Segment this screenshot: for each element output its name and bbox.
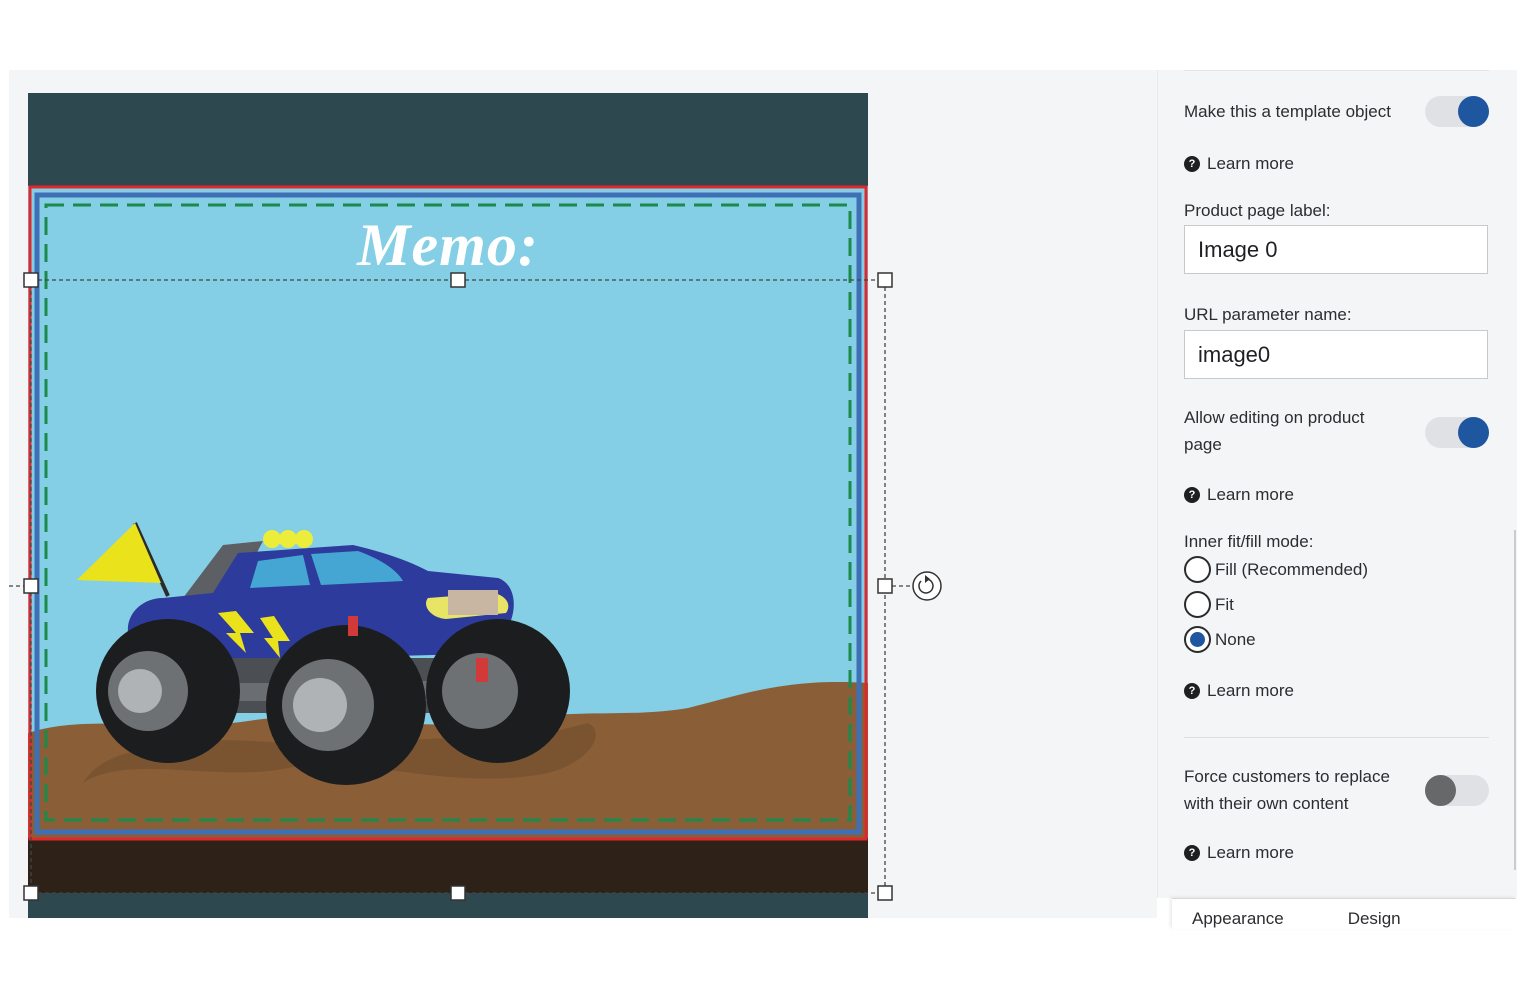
resize-handle-left[interactable] [23,578,39,594]
resize-handle-top[interactable] [450,272,466,288]
learn-more-text: Learn more [1207,843,1294,862]
radio-button[interactable] [1184,591,1211,618]
template-object-toggle[interactable] [1425,96,1489,127]
learn-more-text: Learn more [1207,154,1294,173]
help-icon: ? [1184,845,1200,861]
resize-handle-top-right[interactable] [877,272,893,288]
help-icon: ? [1184,487,1200,503]
tab-appearance[interactable]: Appearance [1192,909,1284,928]
fit-mode-title: Inner fit/fill mode: [1184,532,1314,551]
properties-panel: Make this a template object ? Learn more… [1157,70,1517,898]
force-replace-label: Force customers to replace with their ow… [1184,767,1390,813]
learn-more-link[interactable]: ? Learn more [1184,843,1294,863]
learn-more-text: Learn more [1207,681,1294,700]
learn-more-link[interactable]: ? Learn more [1184,485,1294,505]
learn-more-link[interactable]: ? Learn more [1184,154,1294,174]
product-page-label-title: Product page label: [1184,201,1331,220]
allow-editing-label: Allow editing on product page [1184,408,1365,454]
panel-scrollbar[interactable] [1514,530,1516,870]
resize-handle-top-left[interactable] [23,272,39,288]
help-icon: ? [1184,156,1200,172]
radio-button-selected[interactable] [1184,626,1211,653]
resize-handle-bottom[interactable] [450,885,466,901]
allow-editing-toggle[interactable] [1425,417,1489,448]
force-replace-toggle[interactable] [1425,775,1489,806]
rotate-icon[interactable] [912,571,942,601]
panel-divider-top [1184,70,1489,71]
selection-box[interactable] [9,70,1157,918]
fit-mode-option-fit[interactable]: Fit [1184,591,1234,618]
fit-mode-option-none[interactable]: None [1184,626,1256,653]
radio-label: Fill (Recommended) [1215,559,1369,579]
resize-handle-right[interactable] [877,578,893,594]
help-icon: ? [1184,683,1200,699]
url-param-input[interactable]: image0 [1184,330,1488,379]
resize-handle-bottom-left[interactable] [23,885,39,901]
tab-design[interactable]: Design [1348,909,1401,928]
resize-handle-bottom-right[interactable] [877,885,893,901]
product-page-label-input[interactable]: Image 0 [1184,225,1488,274]
learn-more-text: Learn more [1207,485,1294,504]
learn-more-link[interactable]: ? Learn more [1184,681,1294,701]
radio-button[interactable] [1184,556,1211,583]
url-param-title: URL parameter name: [1184,305,1352,324]
radio-label: Fit [1215,594,1234,614]
fit-mode-option-fill[interactable]: Fill (Recommended) [1184,556,1368,583]
bottom-tab-drawer[interactable]: Appearance Design [1172,898,1516,929]
canvas-workspace: Memo: [9,70,1157,918]
section-divider [1184,737,1489,738]
radio-label: None [1215,629,1256,649]
